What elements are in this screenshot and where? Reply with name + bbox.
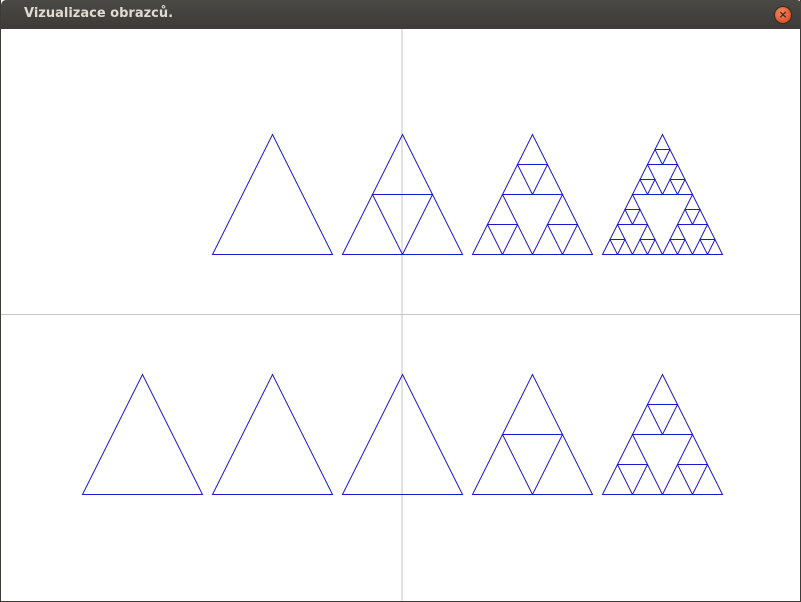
triangle-segment [676, 433, 709, 465]
close-button[interactable]: × [775, 7, 791, 23]
triangle-segment [684, 193, 701, 210]
triangle-segment [471, 223, 504, 255]
triangle-segment [639, 223, 656, 240]
triangle-segment [661, 178, 679, 195]
triangle-segment [631, 238, 649, 255]
triangle-segment [211, 133, 334, 255]
triangle-segment [691, 238, 709, 255]
sierpinski-triangle-level-0 [211, 373, 334, 495]
sierpinski-triangle-level-3 [601, 133, 724, 255]
triangle-segment [486, 193, 519, 225]
triangle-segment [661, 403, 694, 435]
triangle-segment [616, 433, 649, 465]
window-title: Vizualizace obrazců. [24, 6, 174, 21]
close-icon: × [778, 8, 788, 21]
triangle-segment [669, 223, 686, 240]
drawing-canvas [1, 29, 800, 601]
triangle-segment [646, 373, 679, 405]
triangle-segment [601, 463, 634, 495]
triangle-segment [691, 208, 709, 225]
triangle-segment [691, 463, 724, 495]
triangle-segment [631, 463, 664, 495]
triangle-segment [654, 133, 671, 150]
sierpinski-triangle-level-1 [471, 373, 594, 495]
triangle-segment [699, 223, 716, 240]
triangle-segment [531, 433, 594, 495]
triangle-segment [211, 373, 334, 495]
triangle-segment [501, 223, 534, 255]
triangle-segment [531, 163, 564, 195]
triangle-segment [609, 223, 626, 240]
triangle-segment [646, 178, 664, 195]
triangle-segment [516, 133, 549, 165]
triangle-segment [501, 163, 534, 195]
triangle-segment [616, 238, 634, 255]
sierpinski-triangle-level-2 [601, 373, 724, 495]
triangle-segment [631, 403, 664, 435]
triangle-segment [624, 193, 641, 210]
triangle-segment [341, 193, 404, 255]
title-bar[interactable]: Vizualizace obrazců. × [1, 0, 801, 29]
triangle-segment [561, 223, 594, 255]
triangle-segment [676, 238, 694, 255]
triangle-segment [646, 238, 664, 255]
triangle-segment [631, 178, 649, 195]
sierpinski-triangle-level-0 [81, 373, 204, 495]
triangle-segment [531, 223, 564, 255]
triangle-segment [601, 238, 619, 255]
triangle-segment [401, 193, 464, 255]
triangle-segment [639, 163, 656, 180]
triangle-segment [676, 208, 694, 225]
triangle-segment [676, 178, 694, 195]
triangle-segment [471, 433, 534, 495]
triangle-segment [646, 148, 664, 165]
sierpinski-triangle-level-0 [211, 133, 334, 255]
triangle-segment [616, 208, 634, 225]
triangle-segment [501, 373, 564, 435]
triangle-segment [661, 148, 679, 165]
sierpinski-triangle-level-2 [471, 133, 594, 255]
triangle-segment [631, 208, 649, 225]
triangle-segment [669, 163, 686, 180]
triangle-segment [81, 373, 204, 495]
triangle-segment [706, 238, 724, 255]
triangle-segment [661, 238, 679, 255]
triangle-segment [546, 193, 579, 225]
triangle-segment [661, 463, 694, 495]
app-window: Vizualizace obrazců. × [0, 0, 801, 602]
